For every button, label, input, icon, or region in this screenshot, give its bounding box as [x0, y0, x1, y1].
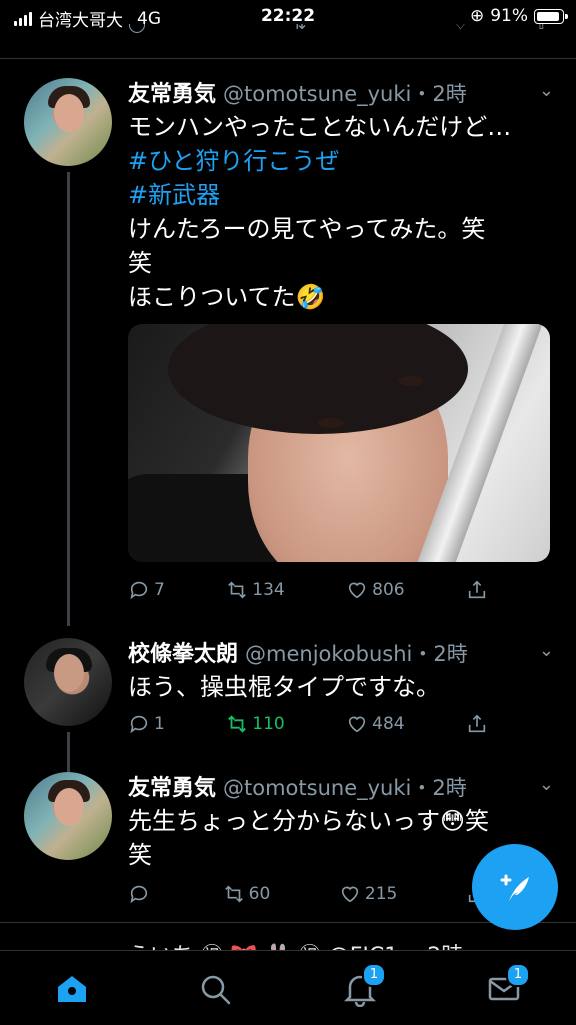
tweet-time: ・2時 — [411, 82, 467, 106]
reply-icon — [130, 715, 148, 734]
tweet-line: ほう、操虫棍タイプですな。 — [128, 673, 440, 701]
tweet-line: けんたろーの見てやってみた。笑 — [128, 215, 486, 243]
retweet-icon — [224, 885, 243, 903]
reply-button[interactable] — [128, 882, 154, 906]
hashtag-link[interactable]: #ひと狩り行こうぜ — [128, 144, 548, 178]
reply-count: 7 — [154, 580, 165, 600]
heart-icon — [348, 716, 366, 733]
share-icon[interactable]: ⇧ — [535, 24, 548, 44]
chevron-down-icon[interactable]: ⌄ — [539, 640, 554, 661]
reply-count: 1 — [154, 714, 165, 734]
heart-icon — [348, 582, 366, 599]
tab-messages[interactable]: 1 — [486, 963, 530, 1007]
messages-badge: 1 — [506, 963, 530, 987]
like-icon[interactable]: ♡ — [453, 24, 467, 44]
retweet-icon — [228, 715, 247, 733]
tweet-time: ・2時 — [411, 776, 467, 800]
compose-tweet-button[interactable] — [472, 844, 558, 930]
reply-icon[interactable]: ◯ — [128, 24, 146, 44]
user-handle[interactable]: @menjokobushi — [245, 642, 412, 666]
share-icon — [468, 714, 486, 733]
retweet-button[interactable]: 60 — [223, 882, 271, 906]
tweet-text: ほう、操虫棍タイプですな。 — [128, 670, 548, 704]
reply-icon — [130, 581, 148, 600]
previous-tweet-actions: ◯ ⇅ ♡ ⇧ — [128, 24, 548, 44]
tweet-line: 笑 — [128, 249, 152, 277]
battery-percent: 91% — [490, 6, 528, 26]
tweet-time: ・2時 — [412, 642, 468, 666]
retweet-count: 134 — [252, 580, 285, 600]
retweet-icon — [228, 581, 247, 599]
retweet-count: 60 — [248, 884, 271, 904]
reply-icon — [130, 885, 148, 904]
reply-button[interactable]: 1 — [128, 712, 165, 736]
display-name[interactable]: 校條拳太朗 — [128, 642, 238, 667]
tab-notifications[interactable]: 1 — [342, 963, 386, 1008]
reply-button[interactable]: 7 — [128, 578, 165, 602]
battery-icon — [534, 8, 568, 24]
tab-home[interactable] — [54, 971, 90, 1007]
retweet-count: 110 — [252, 714, 285, 734]
share-button[interactable] — [466, 578, 488, 602]
search-icon — [201, 975, 231, 1005]
like-button[interactable]: 484 — [346, 712, 405, 736]
retweet-button[interactable]: 110 — [226, 712, 285, 736]
share-button[interactable] — [466, 712, 488, 736]
divider — [0, 58, 576, 59]
share-icon — [468, 580, 486, 599]
feather-plus-icon — [500, 874, 529, 901]
display-name[interactable]: 友常勇気 — [128, 82, 216, 107]
like-button[interactable]: 215 — [339, 882, 397, 906]
chevron-down-icon[interactable]: ⌄ — [539, 774, 554, 795]
like-button[interactable]: 806 — [346, 578, 405, 602]
thread-line — [67, 172, 70, 626]
rotation-lock-icon: ⊕ — [469, 6, 485, 26]
tweet-text: モンハンやったことないんだけど… #ひと狩り行こうぜ #新武器 けんたろーの見て… — [128, 110, 548, 314]
retweet-button[interactable]: 134 — [226, 578, 285, 602]
tweet-line: モンハンやったことないんだけど… — [128, 113, 512, 141]
avatar[interactable] — [24, 638, 112, 726]
tweet-line: 先生ちょっと分からないっす😳笑 — [128, 807, 490, 835]
avatar[interactable] — [24, 772, 112, 860]
user-handle[interactable]: @tomotsune_yuki — [223, 82, 411, 106]
notification-badge: 1 — [362, 963, 386, 987]
home-icon — [58, 976, 86, 1002]
retweet-icon[interactable]: ⇅ — [293, 24, 306, 44]
like-count: 484 — [372, 714, 405, 734]
tab-search[interactable] — [197, 971, 233, 1007]
display-name[interactable]: 友常勇気 — [128, 776, 216, 801]
like-count: 806 — [372, 580, 405, 600]
tweet-line: ほこりついてた🤣 — [128, 283, 326, 311]
like-count: 215 — [364, 884, 398, 904]
chevron-down-icon[interactable]: ⌄ — [539, 80, 554, 101]
thread-line — [67, 732, 70, 772]
heart-icon — [341, 886, 359, 903]
hashtag-link[interactable]: #新武器 — [128, 178, 548, 212]
bottom-tab-bar: 1 1 — [0, 950, 576, 1025]
user-handle[interactable]: @tomotsune_yuki — [223, 776, 411, 800]
tweet-photo[interactable] — [128, 324, 550, 562]
avatar[interactable] — [24, 78, 112, 166]
